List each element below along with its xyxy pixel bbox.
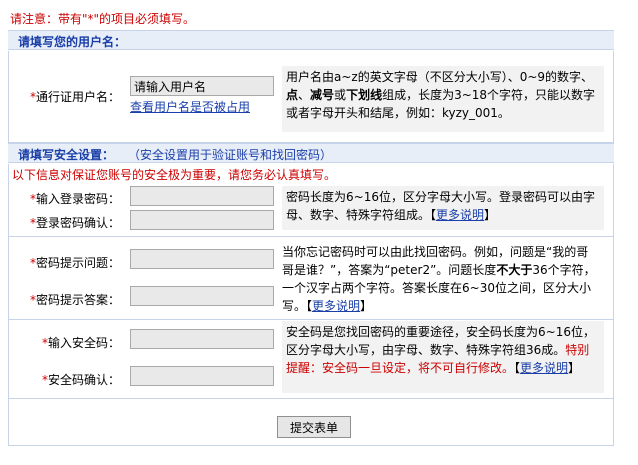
username-section-title: 请填写您的用户名： (18, 35, 127, 49)
safecode-more-link[interactable]: 更多说明 (520, 361, 568, 375)
password-confirm-input[interactable] (130, 210, 274, 230)
check-username-link[interactable]: 查看用户名是否被占用 (130, 98, 250, 115)
security-warning: 以下信息对保证您账号的安全极为重要，请您务必认真填写。 (12, 168, 337, 182)
security-section-subtitle: （安全设置用于验证账号和找回密码） (128, 148, 333, 162)
safecode-label: *输入安全码： (41, 336, 120, 350)
password-help: 密码长度为6~16位，区分字母大小写。登录密码可以由字母、数字、特殊字符组成。【… (282, 186, 604, 230)
divider-3 (8, 398, 614, 399)
divider-2 (8, 319, 614, 320)
safecode-help: 安全码是您找回密码的重要途径，安全码长度为6~16位，区分字母大小写，由字母、数… (282, 321, 604, 393)
security-section-header: 请填写安全设置： （安全设置用于验证账号和找回密码） (8, 143, 614, 163)
answer-input[interactable] (130, 286, 274, 306)
username-section-header: 请填写您的用户名： (8, 30, 614, 50)
divider-1 (8, 236, 614, 237)
question-input[interactable] (130, 249, 274, 269)
safecode-confirm-input[interactable] (130, 366, 274, 386)
required-notice: 请注意：带有"*"的项目必须填写。 (10, 12, 196, 26)
username-help: 用户名由a~z的英文字母（不区分大小写）、0~9的数字、点、减号或下划线组成，长… (282, 66, 604, 132)
username-label: *通行证用户名： (29, 90, 120, 104)
submit-button[interactable]: 提交表单 (277, 416, 351, 438)
question-help: 当你忘记密码时可以由此找回密码。例如，问题是“我的哥哥是谁？”，答案为“pete… (278, 241, 604, 315)
password-confirm-label: *登录密码确认： (29, 216, 120, 230)
safecode-confirm-label: *安全码确认： (41, 373, 120, 387)
question-more-link[interactable]: 更多说明 (312, 299, 360, 313)
username-input[interactable] (130, 76, 274, 96)
answer-label: *密码提示答案： (29, 293, 120, 307)
password-input[interactable] (130, 186, 274, 206)
password-more-link[interactable]: 更多说明 (436, 208, 484, 222)
security-section-title: 请填写安全设置： (18, 148, 115, 162)
safecode-input[interactable] (130, 329, 274, 349)
question-label: *密码提示问题： (29, 256, 120, 270)
password-label: *输入登录密码： (29, 192, 120, 206)
